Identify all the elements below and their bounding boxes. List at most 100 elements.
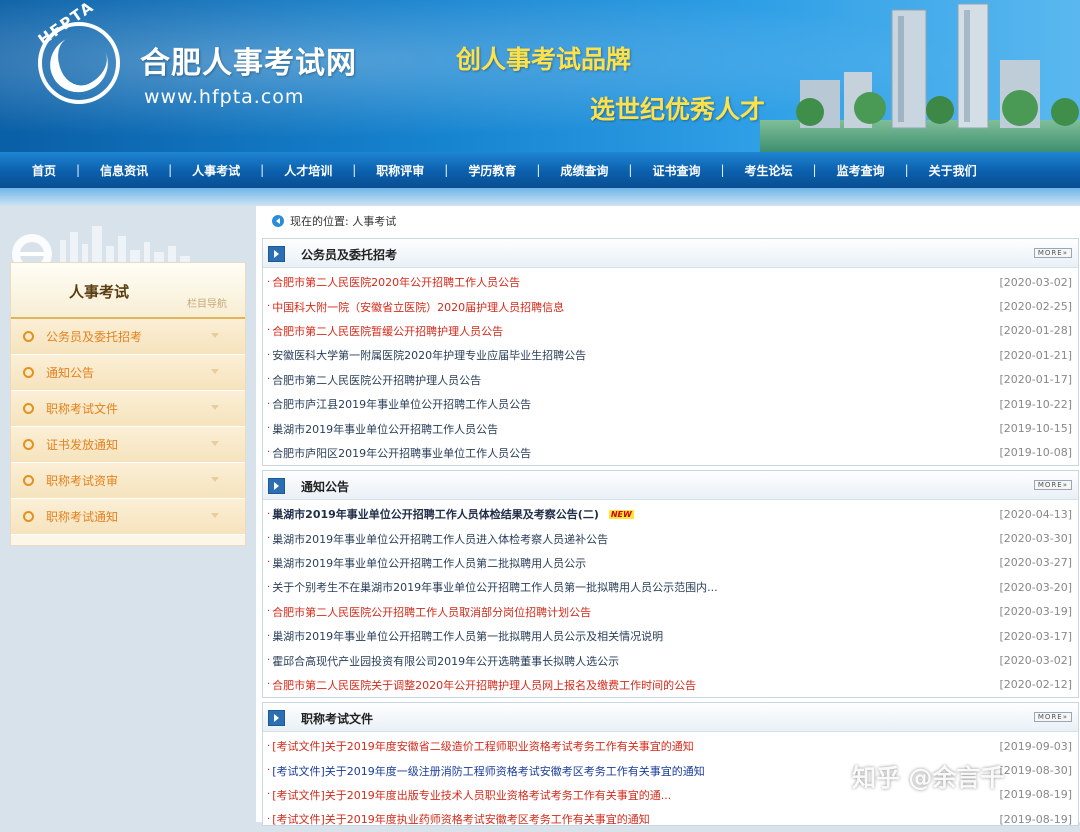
nav-title-review[interactable]: 职称评审: [356, 162, 444, 179]
article-link[interactable]: [考试文件]关于2019年度出版专业技术人员职业资格考试考务工作有关事宜的通..…: [272, 787, 671, 803]
bullet-icon: ·: [267, 277, 270, 288]
list-item: ·中国科大附一院（安徽省立医院）2020届护理人员招聘信息 [2020-02-25…: [263, 294, 1078, 318]
bullet-icon: ·: [267, 399, 270, 410]
nav-separator: |: [168, 163, 172, 177]
article-link[interactable]: 合肥市第二人民医院2020年公开招聘工作人员公告: [272, 274, 520, 290]
new-badge: NEW: [609, 510, 634, 519]
bullet-icon: ·: [267, 325, 270, 336]
panel-notices: 通知公告 MORE» · 巢湖市2019年事业单位公开招聘工作人员体检结果及考察公…: [262, 470, 1079, 698]
circle-bullet-icon: [23, 511, 34, 522]
nav-shadow: [0, 188, 1080, 206]
location-icon: [272, 215, 284, 227]
article-link[interactable]: 关于个别考生不在巢湖市2019年事业单位公开招聘工作人员第一批拟聘用人员公示范围…: [272, 579, 717, 595]
article-date: [2020-03-17]: [999, 630, 1072, 643]
sidebar-item-notices[interactable]: 通知公告: [11, 355, 245, 391]
article-link[interactable]: 合肥市第二人民医院关于调整2020年公开招聘护理人员网上报名及缴费工作时间的公告: [272, 677, 696, 693]
nav-news[interactable]: 信息资讯: [80, 162, 168, 179]
nav-forum[interactable]: 考生论坛: [725, 162, 813, 179]
article-link[interactable]: 霍邱合高现代产业园投资有限公司2019年公开选聘董事长拟聘人选公示: [272, 653, 619, 669]
article-date: [2020-04-13]: [999, 508, 1072, 521]
sidebar-title: 人事考试: [69, 281, 129, 302]
list-item: ·巢湖市2019年事业单位公开招聘工作人员体检结果及考察公告(二)NEW[202…: [263, 502, 1078, 526]
panel-header: 公务员及委托招考 MORE»: [263, 239, 1078, 268]
article-link[interactable]: 巢湖市2019年事业单位公开招聘工作人员第二批拟聘用人员公示: [272, 555, 586, 571]
sidebar-item-label: 证书发放通知: [46, 436, 118, 453]
article-link[interactable]: 合肥市庐阳区2019年公开招聘事业单位工作人员公告: [272, 445, 531, 461]
list-item: ·安徽医科大学第一附属医院2020年护理专业应届毕业生招聘公告[2020-01-…: [263, 343, 1078, 367]
article-link[interactable]: 合肥市第二人民医院公开招聘护理人员公告: [272, 372, 481, 388]
article-link[interactable]: 合肥市庐江县2019年事业单位公开招聘工作人员公告: [272, 396, 531, 412]
main-content: 现在的位置: 人事考试 公务员及委托招考 MORE» ·合肥市第二人民医院202…: [256, 206, 1080, 822]
sidebar-item-title-exam-notice[interactable]: 职称考试通知: [11, 499, 245, 535]
article-date: [2020-01-21]: [999, 349, 1072, 362]
panel-header: 通知公告 MORE»: [263, 471, 1078, 500]
article-link[interactable]: 巢湖市2019年事业单位公开招聘工作人员体检结果及考察公告(二): [272, 506, 599, 522]
list-item: ·巢湖市2019年事业单位公开招聘工作人员公告[2019-10-15]: [263, 416, 1078, 440]
chevron-down-icon: [211, 513, 219, 518]
site-url: www.hfpta.com: [144, 86, 304, 108]
nav-personnel-exam[interactable]: 人事考试: [172, 162, 260, 179]
slogan-2: 选世纪优秀人才: [590, 90, 765, 126]
nav-separator: |: [813, 163, 817, 177]
list-item: ·霍邱合高现代产业园投资有限公司2019年公开选聘董事长拟聘人选公示[2020-…: [263, 648, 1078, 672]
circle-bullet-icon: [23, 475, 34, 486]
list-item: ·合肥市第二人民医院公开招聘护理人员公告[2020-01-17]: [263, 368, 1078, 392]
article-link[interactable]: [考试文件]关于2019年度执业药师资格考试安徽考区考务工作有关事宜的通知: [272, 811, 650, 827]
bullet-icon: ·: [267, 301, 270, 312]
nav-separator: |: [905, 163, 909, 177]
nav-score-query[interactable]: 成绩查询: [540, 162, 628, 179]
article-link[interactable]: 合肥市第二人民医院公开招聘工作人员取消部分岗位招聘计划公告: [272, 604, 591, 620]
article-date: [2020-03-27]: [999, 556, 1072, 569]
list-item: ·合肥市第二人民医院关于调整2020年公开招聘护理人员网上报名及缴费工作时间的公…: [263, 673, 1078, 697]
list-item: ·巢湖市2019年事业单位公开招聘工作人员第二批拟聘用人员公示[2020-03-…: [263, 551, 1078, 575]
sidebar-item-title-exam-review[interactable]: 职称考试资审: [11, 463, 245, 499]
nav-about[interactable]: 关于我们: [909, 162, 997, 179]
article-date: [2020-03-02]: [999, 654, 1072, 667]
breadcrumb: 现在的位置: 人事考试: [256, 206, 1080, 236]
chevron-down-icon: [211, 333, 219, 338]
nav-certificate-query[interactable]: 证书查询: [632, 162, 720, 179]
article-link[interactable]: 巢湖市2019年事业单位公开招聘工作人员第一批拟聘用人员公示及相关情况说明: [272, 628, 663, 644]
nav-education[interactable]: 学历教育: [448, 162, 536, 179]
list-item: ·巢湖市2019年事业单位公开招聘工作人员第一批拟聘用人员公示及相关情况说明[2…: [263, 624, 1078, 648]
nav-separator: |: [444, 163, 448, 177]
article-date: [2020-03-20]: [999, 581, 1072, 594]
article-date: [2020-02-25]: [999, 300, 1072, 313]
bullet-icon: ·: [267, 582, 270, 593]
article-link[interactable]: 合肥市第二人民医院暂缓公开招聘护理人员公告: [272, 323, 503, 339]
bullet-icon: ·: [267, 374, 270, 385]
chevron-down-icon: [211, 441, 219, 446]
article-link[interactable]: 巢湖市2019年事业单位公开招聘工作人员进入体检考察人员递补公告: [272, 531, 608, 547]
article-date: [2019-08-19]: [999, 813, 1072, 826]
more-button[interactable]: MORE»: [1034, 480, 1072, 490]
nav-proctor-query[interactable]: 监考查询: [817, 162, 905, 179]
sidebar-item-civil-service[interactable]: 公务员及委托招考: [11, 319, 245, 355]
nav-training[interactable]: 人才培训: [264, 162, 352, 179]
sidebar-subtitle: 栏目导航: [187, 295, 227, 310]
circle-bullet-icon: [23, 439, 34, 450]
sidebar-item-title-exam-docs[interactable]: 职称考试文件: [11, 391, 245, 427]
bullet-icon: ·: [267, 765, 270, 776]
article-link[interactable]: 中国科大附一院（安徽省立医院）2020届护理人员招聘信息: [272, 299, 564, 315]
panel-civil-service: 公务员及委托招考 MORE» ·合肥市第二人民医院2020年公开招聘工作人员公告…: [262, 238, 1079, 466]
article-link[interactable]: [考试文件]关于2019年度一级注册消防工程师资格考试安徽考区考务工作有关事宜的…: [272, 763, 705, 779]
nav-home[interactable]: 首页: [0, 162, 76, 179]
panel-title: 通知公告: [301, 478, 349, 495]
list-item: ·合肥市第二人民医院暂缓公开招聘护理人员公告[2020-01-28]: [263, 319, 1078, 343]
bullet-icon: ·: [267, 423, 270, 434]
more-button[interactable]: MORE»: [1034, 248, 1072, 258]
bullet-icon: ·: [267, 814, 270, 825]
sidebar-item-label: 公务员及委托招考: [46, 328, 142, 345]
arrow-right-icon: [268, 478, 285, 494]
arrow-right-icon: [268, 710, 285, 726]
more-button[interactable]: MORE»: [1034, 712, 1072, 722]
city-skyline-image: [780, 0, 1080, 152]
sidebar-item-label: 职称考试文件: [46, 400, 118, 417]
article-link[interactable]: 巢湖市2019年事业单位公开招聘工作人员公告: [272, 421, 498, 437]
circle-bullet-icon: [23, 331, 34, 342]
article-link[interactable]: [考试文件]关于2019年度安徽省二级造价工程师职业资格考试考务工作有关事宜的通…: [272, 738, 694, 754]
sidebar-item-certificate-notice[interactable]: 证书发放通知: [11, 427, 245, 463]
article-link[interactable]: 安徽医科大学第一附属医院2020年护理专业应届毕业生招聘公告: [272, 347, 586, 363]
list-item: ·[考试文件]关于2019年度执业药师资格考试安徽考区考务工作有关事宜的通知 [2…: [263, 807, 1078, 831]
bullet-icon: ·: [267, 679, 270, 690]
